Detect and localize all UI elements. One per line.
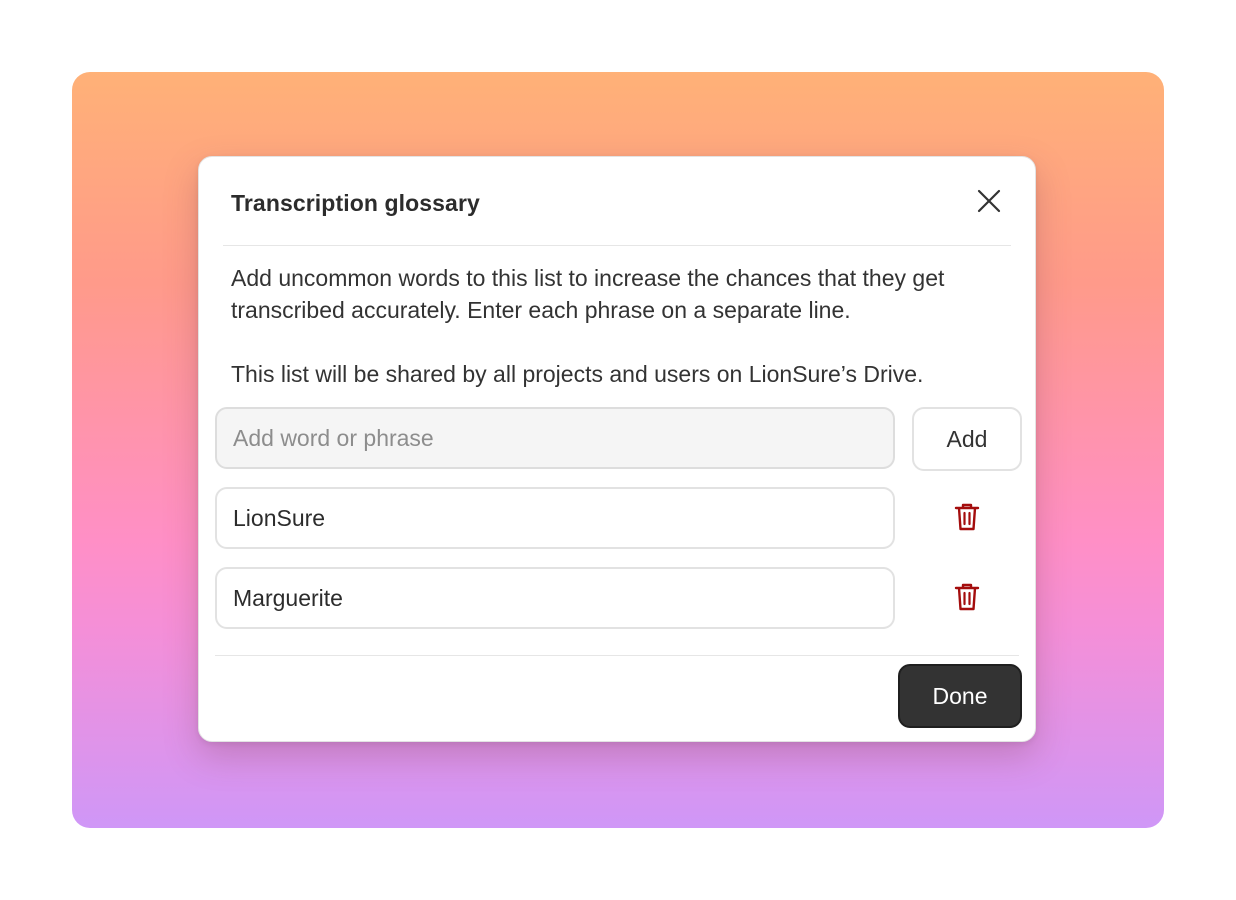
dialog-title: Transcription glossary <box>231 190 480 216</box>
glossary-entry-input[interactable] <box>215 567 895 629</box>
add-word-input[interactable] <box>215 407 895 469</box>
close-icon <box>976 188 1002 219</box>
footer-divider <box>215 655 1019 656</box>
close-button[interactable] <box>969 183 1009 223</box>
glossary-dialog: Transcription glossary Add uncommon word… <box>198 156 1036 742</box>
trash-icon <box>954 582 980 617</box>
description-paragraph: This list will be shared by all projects… <box>231 361 924 387</box>
glossary-entry-input[interactable] <box>215 487 895 549</box>
delete-entry-button[interactable] <box>943 575 991 623</box>
dialog-description: Add uncommon words to this list to incre… <box>231 262 1021 390</box>
delete-entry-button[interactable] <box>943 495 991 543</box>
trash-icon <box>954 502 980 537</box>
add-button[interactable]: Add <box>912 407 1022 471</box>
header-divider <box>223 245 1011 246</box>
done-button[interactable]: Done <box>898 664 1022 728</box>
description-paragraph: Add uncommon words to this list to incre… <box>231 265 945 323</box>
